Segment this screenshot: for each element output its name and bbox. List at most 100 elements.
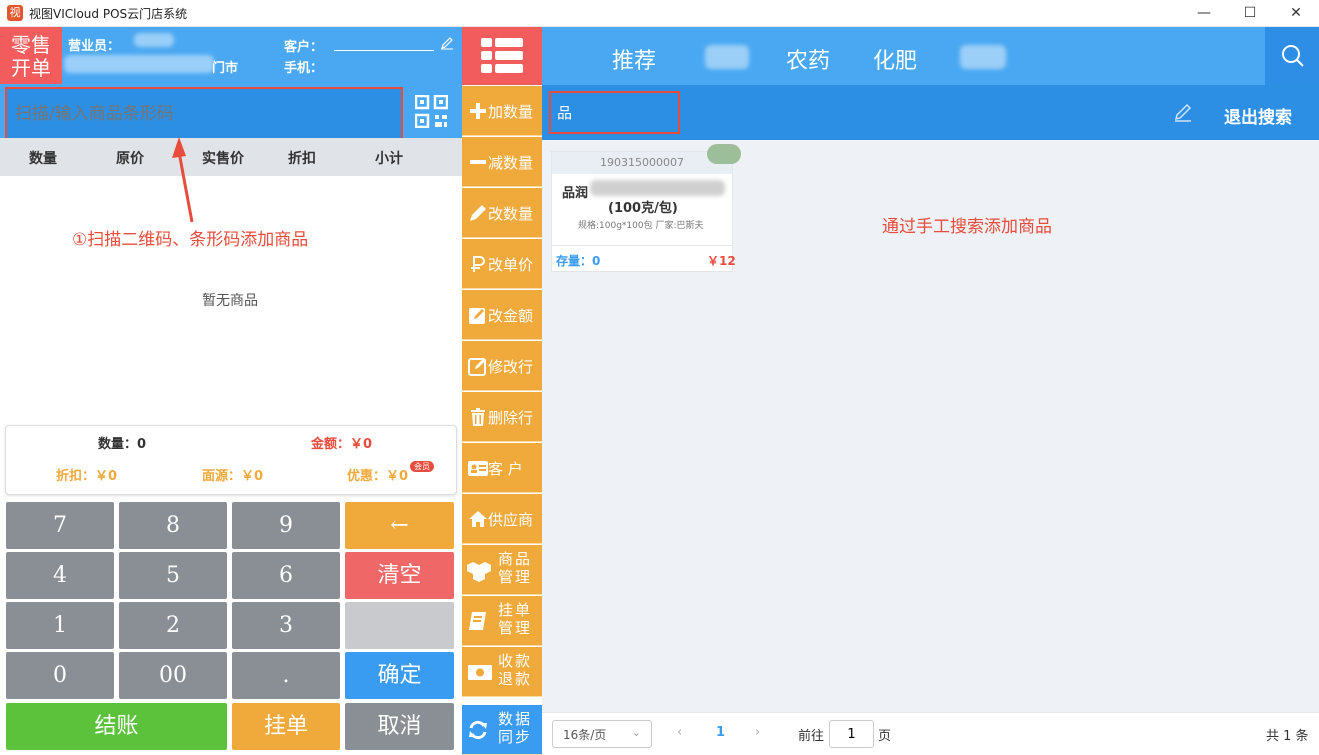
hold-order-button[interactable]: 挂单 <box>232 703 340 750</box>
plus-icon <box>470 103 486 119</box>
edit-search-icon[interactable] <box>1173 103 1193 123</box>
edit-price-label: 改单价 <box>488 256 534 274</box>
retail-mode-line2: 开单 <box>11 56 51 80</box>
goto-label: 前往 <box>798 729 825 744</box>
tab-recommended[interactable]: 推荐 <box>612 43 656 75</box>
order-summary: 数量：0 金额：￥0 折扣：￥0 面源：￥0 优惠：￥0 <box>5 425 457 495</box>
add-qty-button[interactable]: 加数量 <box>462 86 542 136</box>
home-icon <box>469 511 487 527</box>
customer-field[interactable] <box>334 50 434 51</box>
cart-empty-text: 暂无商品 <box>202 293 258 309</box>
prev-page-button[interactable]: ‹ <box>677 725 682 740</box>
goods-management-button[interactable]: 商品管理 <box>462 545 542 595</box>
key-2[interactable]: 2 <box>119 602 227 649</box>
key-9[interactable]: 9 <box>232 502 340 549</box>
product-search-input[interactable] <box>549 91 680 134</box>
product-card[interactable]: 190315000007 品润 (100克/包) 规格:100g*100包 厂家… <box>551 144 741 272</box>
sub-qty-button[interactable]: 减数量 <box>462 137 542 187</box>
edit-amount-button[interactable]: 改金额 <box>462 290 542 340</box>
edit-qty-label: 改数量 <box>488 205 534 223</box>
page-size-select[interactable]: 16条/页 ⌄ <box>552 720 652 748</box>
customer-label: 客户： <box>284 40 324 55</box>
key-0[interactable]: 0 <box>6 652 114 699</box>
store-name-redacted <box>64 55 214 73</box>
scan-row <box>0 84 462 140</box>
key-00[interactable]: 00 <box>119 652 227 699</box>
key-7[interactable]: 7 <box>6 502 114 549</box>
product-name-suffix: (100克/包) <box>608 201 678 216</box>
total-count: 共 1 条 <box>1266 729 1309 744</box>
id-card-icon <box>468 461 488 476</box>
checkout-button[interactable]: 结账 <box>6 703 227 750</box>
column-header-sale-price: 实售价 <box>202 151 244 167</box>
barcode-input[interactable] <box>5 87 403 140</box>
search-button[interactable] <box>1265 27 1319 85</box>
delete-row-button[interactable]: 删除行 <box>462 392 542 442</box>
menu-toggle-button[interactable] <box>462 27 542 85</box>
cash-icon <box>468 665 492 680</box>
edit-box-icon <box>469 308 485 324</box>
goods-management-label: 商品管理 <box>498 550 533 586</box>
search-annotation-text: 通过手工搜索添加商品 <box>882 217 1052 237</box>
key-8[interactable]: 8 <box>119 502 227 549</box>
pagination: 16条/页 ⌄ ‹ 1 › 前往 页 共 1 条 <box>542 712 1319 755</box>
customer-button[interactable]: 客 户 <box>462 443 542 493</box>
delete-row-label: 删除行 <box>488 409 534 427</box>
refund-label: 收款退款 <box>498 652 533 688</box>
refund-button[interactable]: 收款退款 <box>462 647 542 697</box>
sync-button[interactable]: 数据同步 <box>462 705 542 755</box>
hold-management-button[interactable]: 挂单管理 <box>462 596 542 646</box>
close-button[interactable]: ✕ <box>1273 0 1319 27</box>
scan-annotation-text: ①扫描二维码、条形码添加商品 <box>72 230 309 250</box>
key-5[interactable]: 5 <box>119 552 227 599</box>
key-1[interactable]: 1 <box>6 602 114 649</box>
key-3[interactable]: 3 <box>232 602 340 649</box>
tab-fertilizer[interactable]: 化肥 <box>873 43 917 75</box>
cubes-icon <box>467 562 491 582</box>
product-name-redacted <box>590 180 725 196</box>
tab-redacted-1[interactable] <box>705 45 749 69</box>
hold-management-label: 挂单管理 <box>498 601 533 637</box>
add-qty-label: 加数量 <box>488 103 534 121</box>
supplier-label: 供应商 <box>488 511 534 529</box>
tab-redacted-2[interactable] <box>960 45 1006 69</box>
confirm-key[interactable]: 确定 <box>345 652 454 699</box>
edit-qty-button[interactable]: 改数量 <box>462 188 542 238</box>
product-stock: 存量：0 <box>556 254 601 268</box>
next-page-button[interactable]: › <box>755 725 760 740</box>
edit-customer-icon[interactable] <box>440 36 454 50</box>
product-name-prefix: 品润 <box>562 186 589 201</box>
key-dot[interactable]: . <box>232 652 340 699</box>
chevron-down-icon: ⌄ <box>631 726 641 739</box>
customer-menu-label: 客 户 <box>488 460 523 478</box>
key-4[interactable]: 4 <box>6 552 114 599</box>
sub-qty-label: 减数量 <box>488 154 534 172</box>
minimize-button[interactable]: — <box>1181 0 1227 27</box>
current-page[interactable]: 1 <box>716 725 725 740</box>
ruble-icon <box>471 256 485 272</box>
edit-row-button[interactable]: 修改行 <box>462 341 542 391</box>
cancel-button[interactable]: 取消 <box>345 703 454 750</box>
window-title: 视图VICloud POS云门店系统 <box>29 7 188 21</box>
goto-page-input[interactable] <box>829 720 874 748</box>
refresh-icon <box>469 720 487 740</box>
backspace-key[interactable]: ← <box>345 502 454 549</box>
column-header-discount: 折扣 <box>288 151 316 167</box>
column-header-original-price: 原价 <box>116 151 144 167</box>
qr-code-icon[interactable] <box>415 95 448 128</box>
search-icon <box>1282 45 1304 67</box>
edit-price-button[interactable]: 改单价 <box>462 239 542 289</box>
key-6[interactable]: 6 <box>232 552 340 599</box>
app-logo-icon: 视 <box>7 5 23 21</box>
exit-search-button[interactable]: 退出搜索 <box>1224 103 1292 128</box>
summary-face: 面源：￥0 <box>202 469 264 484</box>
clear-key[interactable]: 清空 <box>345 552 454 599</box>
tab-pesticide[interactable]: 农药 <box>786 43 830 75</box>
list-menu-icon <box>481 38 523 73</box>
maximize-button[interactable]: ☐ <box>1227 0 1273 27</box>
column-header-qty: 数量 <box>29 151 57 167</box>
supplier-button[interactable]: 供应商 <box>462 494 542 544</box>
summary-discount: 折扣：￥0 <box>56 469 118 484</box>
column-header-subtotal: 小计 <box>375 151 403 167</box>
product-code: 190315000007 <box>552 152 732 174</box>
